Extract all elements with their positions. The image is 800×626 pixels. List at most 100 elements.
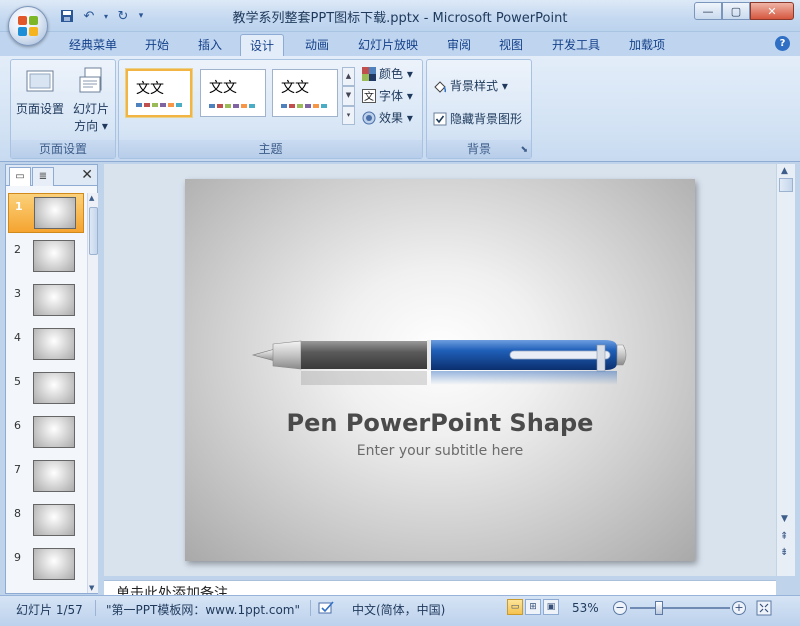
tab-home[interactable]: 开始 [136, 34, 178, 56]
tab-review[interactable]: 审阅 [438, 34, 480, 56]
slide-number: 8 [14, 507, 21, 520]
spell-check-icon[interactable] [318, 601, 336, 618]
theme-colors-button[interactable]: 颜色 ▾ [362, 65, 413, 82]
checkbox-checked-icon [433, 112, 447, 125]
close-panel-icon[interactable]: ✕ [81, 167, 93, 183]
fit-to-window-icon[interactable] [756, 600, 772, 619]
theme-item-1[interactable]: 文文 [126, 69, 192, 117]
slide-thumbnail[interactable]: 6 [8, 413, 84, 453]
tab-animation[interactable]: 动画 [296, 34, 338, 56]
slide-thumbnail-list: 1 2 3 4 5 6 7 8 9 [6, 193, 86, 593]
zoom-out-icon[interactable]: − [613, 601, 627, 615]
slide-number: 6 [14, 419, 21, 432]
hide-background-graphics-checkbox[interactable]: 隐藏背景图形 [433, 110, 522, 127]
background-styles-button[interactable]: 背景样式 ▾ [433, 77, 508, 94]
normal-view-icon[interactable]: ▭ [507, 599, 523, 615]
zoom-track [630, 607, 730, 609]
themes-group: 文文 文文 文文 ▲ ▼ ▾ 颜色 ▾ 文 字体 ▾ 效果 ▾ 主题 [118, 59, 423, 159]
slide-thumbnail[interactable]: 7 [8, 457, 84, 497]
office-button[interactable] [8, 6, 48, 46]
paint-bucket-icon [434, 80, 447, 93]
slide-area-scrollbar[interactable]: ▲ ▼ ⇞ ⇟ [776, 164, 795, 576]
pen-shape[interactable] [185, 179, 695, 561]
gallery-down-icon[interactable]: ▼ [342, 86, 355, 106]
hide-background-graphics-label: 隐藏背景图形 [450, 112, 523, 126]
fonts-label: 字体 ▾ [379, 89, 413, 103]
tab-insert[interactable]: 插入 [189, 34, 231, 56]
slide-thumbnail[interactable]: 5 [8, 369, 84, 409]
window-controls: — ▢ ✕ [694, 2, 794, 20]
scrollbar-thumb[interactable] [779, 178, 793, 192]
zoom-slider[interactable]: − + [613, 600, 753, 616]
ribbon: 页面设置 幻灯片 方向 ▾ 页面设置 文文 文文 文文 ▲ ▼ ▾ 颜色 ▾ 文… [0, 56, 800, 162]
theme-item-3[interactable]: 文文 [272, 69, 338, 117]
slide-editing-area: Pen PowerPoint Shape Enter your subtitle… [104, 164, 776, 576]
current-slide[interactable]: Pen PowerPoint Shape Enter your subtitle… [185, 179, 695, 561]
theme-name[interactable]: "第一PPT模板网：www.1ppt.com" [106, 601, 300, 618]
status-bar: 幻灯片 1/57 "第一PPT模板网：www.1ppt.com" 中文(简体，中… [0, 595, 800, 626]
slide-counter[interactable]: 幻灯片 1/57 [16, 601, 83, 618]
background-group-label: 背景 [427, 140, 531, 158]
slide-number: 2 [14, 243, 21, 256]
slide-thumbnail[interactable]: 9 [8, 545, 84, 585]
slide-thumbnail[interactable]: 2 [8, 237, 84, 277]
tab-add-ins[interactable]: 加载项 [620, 34, 674, 56]
tab-design[interactable]: 设计 [240, 34, 285, 56]
tab-slide-show[interactable]: 幻灯片放映 [349, 34, 427, 56]
slide-thumbnail[interactable]: 8 [8, 501, 84, 541]
next-slide-icon[interactable]: ⇟ [780, 548, 788, 558]
gallery-up-icon[interactable]: ▲ [342, 67, 355, 87]
slide-thumbnail[interactable]: 1 [8, 193, 84, 233]
tab-classic-menu[interactable]: 经典菜单 [60, 34, 126, 56]
slide-thumbnail-image [33, 284, 75, 316]
theme-label: 文文 [281, 80, 309, 96]
gallery-more-icon[interactable]: ▾ [342, 105, 355, 125]
scrollbar-thumb[interactable] [89, 207, 98, 255]
slide-thumbnail-image [33, 372, 75, 404]
background-group: 背景样式 ▾ 隐藏背景图形 背景 ⬊ [426, 59, 532, 159]
slide-title[interactable]: Pen PowerPoint Shape [185, 409, 695, 437]
theme-effects-button[interactable]: 效果 ▾ [362, 109, 413, 126]
slide-orientation-button[interactable]: 幻灯片 方向 ▾ [67, 65, 115, 134]
slide-number: 4 [14, 331, 21, 344]
slide-thumbnail[interactable]: 3 [8, 281, 84, 321]
scroll-down-icon[interactable]: ▼ [781, 514, 788, 524]
slide-thumbnail-image [33, 460, 75, 492]
theme-label: 文文 [209, 80, 237, 96]
minimize-button[interactable]: — [694, 2, 722, 20]
slide-show-view-icon[interactable]: ▣ [543, 599, 559, 615]
theme-fonts-button[interactable]: 文 字体 ▾ [362, 87, 413, 104]
tab-view[interactable]: 视图 [490, 34, 532, 56]
theme-item-2[interactable]: 文文 [200, 69, 266, 117]
scroll-down-icon[interactable]: ▼ [89, 584, 94, 592]
page-setup-icon [26, 70, 54, 92]
language-indicator[interactable]: 中文(简体，中国) [352, 601, 445, 618]
zoom-in-icon[interactable]: + [732, 601, 746, 615]
scroll-up-icon[interactable]: ▲ [89, 194, 94, 202]
theme-gallery-scroller: ▲ ▼ ▾ [342, 67, 355, 125]
slide-number: 1 [15, 200, 23, 213]
previous-slide-icon[interactable]: ⇞ [780, 532, 788, 542]
help-icon[interactable]: ? [775, 36, 790, 51]
page-setup-label: 页面设置 [15, 102, 64, 116]
slide-sorter-view-icon[interactable]: ⊞ [525, 599, 541, 615]
zoom-knob[interactable] [655, 601, 663, 615]
close-button[interactable]: ✕ [750, 2, 794, 20]
themes-group-label: 主题 [119, 140, 422, 158]
zoom-level[interactable]: 53% [572, 601, 599, 615]
tab-developer[interactable]: 开发工具 [543, 34, 609, 56]
slides-panel-scrollbar[interactable]: ▲ ▼ [87, 193, 98, 593]
slides-tab-icon[interactable]: ▭ [9, 167, 31, 186]
scroll-up-icon[interactable]: ▲ [781, 166, 788, 176]
slide-thumbnail-image [33, 548, 75, 580]
panel-tabs: ▭ ≣ ✕ [6, 165, 97, 186]
dialog-launcher-icon[interactable]: ⬊ [520, 145, 528, 155]
title-bar: ↶ ▾ ↻ ▾ 教学系列整套PPT图标下载.pptx - Microsoft P… [0, 0, 800, 32]
page-setup-button[interactable]: 页面设置 [14, 65, 66, 117]
page-setup-group: 页面设置 幻灯片 方向 ▾ 页面设置 [10, 59, 116, 159]
outline-tab-icon[interactable]: ≣ [32, 167, 54, 186]
slide-subtitle[interactable]: Enter your subtitle here [185, 443, 695, 459]
maximize-button[interactable]: ▢ [722, 2, 750, 20]
slide-thumbnail[interactable]: 4 [8, 325, 84, 365]
slide-thumbnail-image [33, 240, 75, 272]
